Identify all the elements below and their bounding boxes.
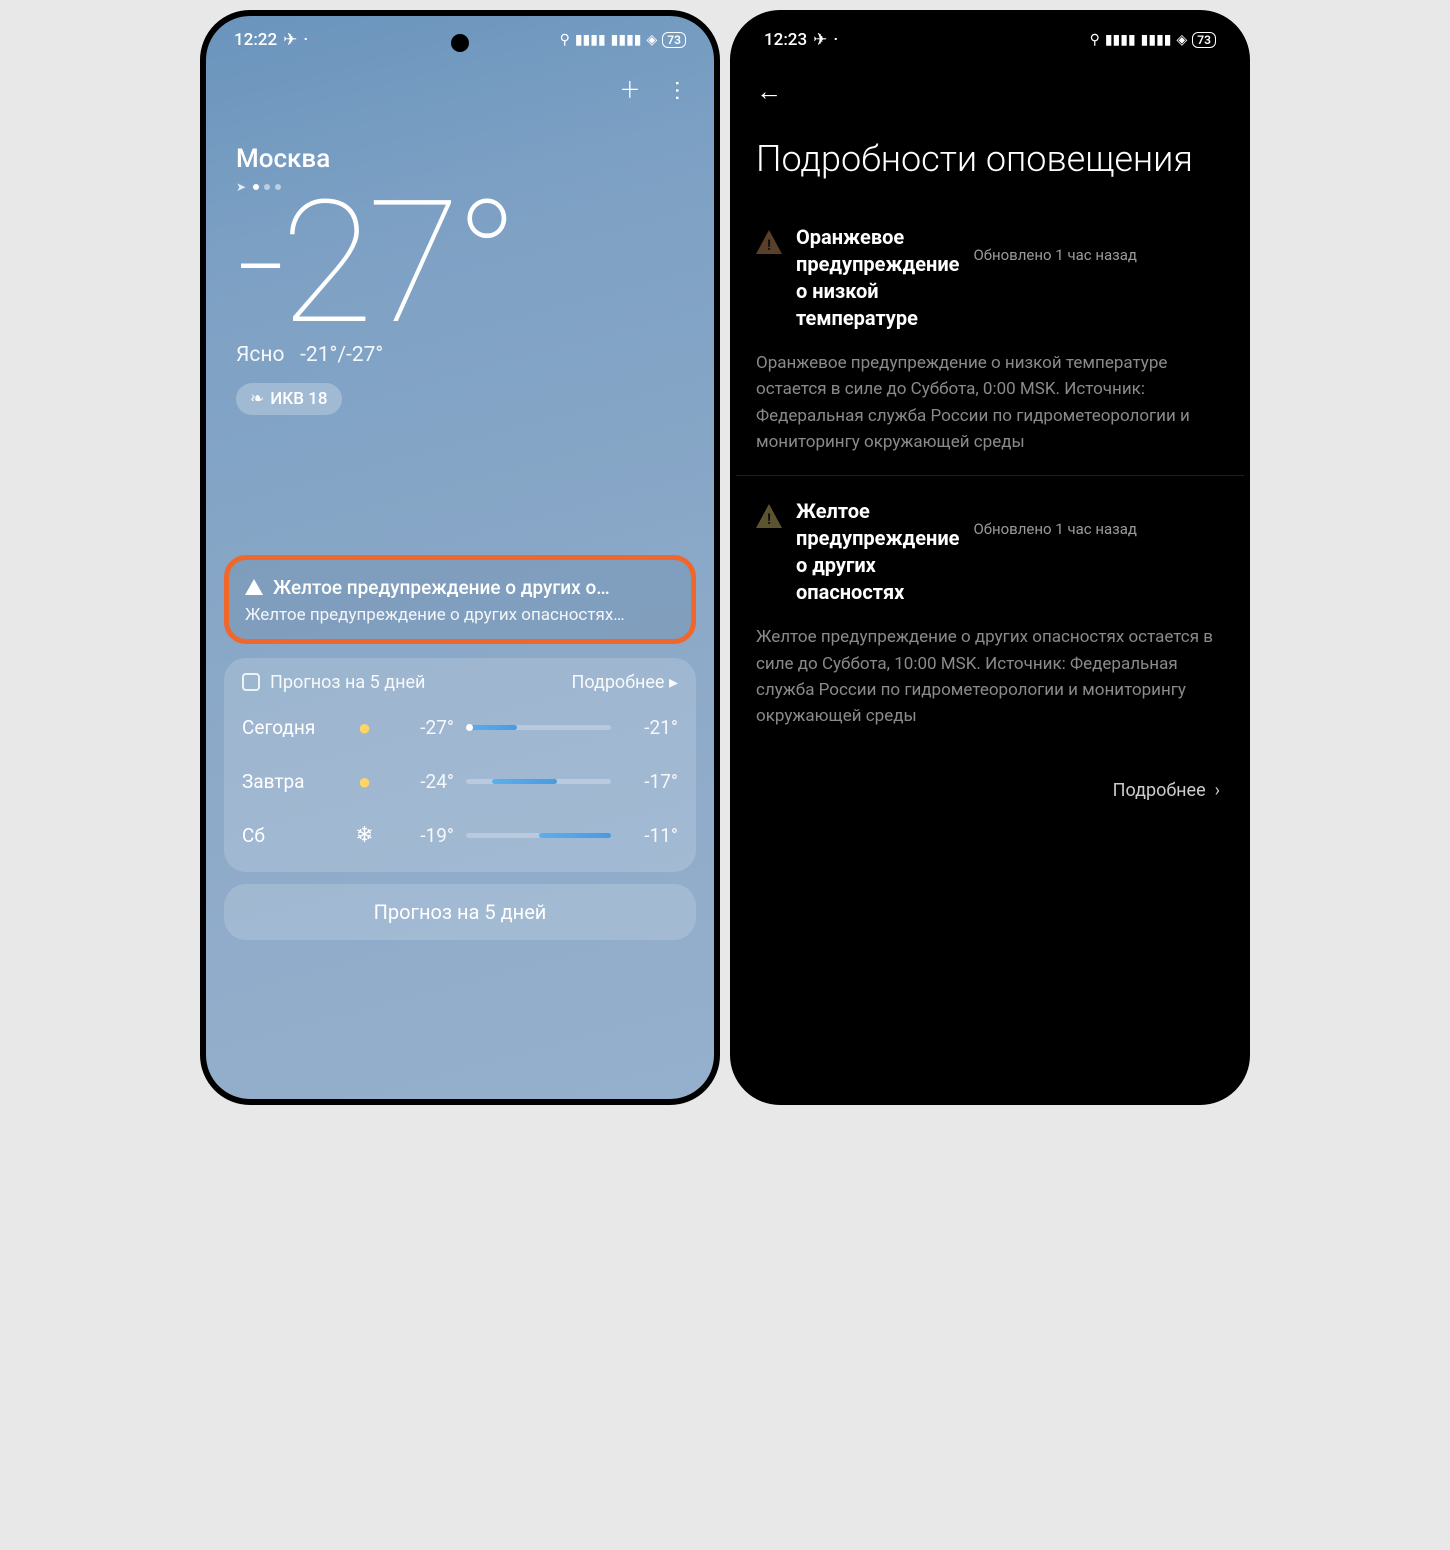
back-button[interactable]: ← [756,77,782,107]
chevron-right-icon: ▸ [669,672,678,693]
more-options-button[interactable]: ⋯ [660,80,690,99]
bluetooth-icon: ⚲ [1090,32,1100,48]
aqi-label: ИКВ 18 [270,389,327,409]
forecast-row[interactable]: Завтра ● -24° -17° [242,755,678,809]
condition-text: Ясно [236,343,284,367]
sun-icon: ● [337,769,392,795]
forecast-title: Прогноз на 5 дней [270,672,425,693]
phone-left: 12:22 ✈ · ⚲ ▮▮▮▮ ▮▮▮▮ ◈ 73 + ⋯ Москва ➤ … [200,10,720,1105]
alert-name: Оранжевое предупреждение о низкой темпер… [796,224,959,332]
battery-pill: 73 [1192,32,1216,48]
add-city-button[interactable]: + [621,74,639,104]
signal-icon: ▮▮▮▮ [1105,32,1136,48]
high-low-text: -21°/-27° [300,343,383,367]
svg-text:!: ! [767,236,771,254]
dot-icon: · [303,30,308,50]
forecast-card[interactable]: Прогноз на 5 дней Подробнее ▸ Сегодня ● … [224,658,696,872]
telegram-icon: ✈ [813,30,827,50]
warning-icon: ! [756,504,782,528]
status-time: 12:23 [764,30,807,50]
camera-hole [451,34,469,52]
snowflake-icon: ❄ [337,823,392,848]
details-more-link[interactable]: Подробнее › [736,750,1244,831]
sun-icon: ● [337,715,392,741]
alert-subtitle: Желтое предупреждение о других опасностя… [245,605,675,625]
wifi-icon: ◈ [647,32,658,48]
alert-card[interactable]: Желтое предупреждение о других о… Желтое… [224,555,696,644]
signal-icon: ▮▮▮▮ [575,32,606,48]
forecast-row[interactable]: Сегодня ● -27° -21° [242,701,678,755]
alert-updated: Обновлено 1 час назад [973,224,1137,264]
aqi-chip[interactable]: ❧ ИКВ 18 [236,383,342,415]
forecast-5day-button[interactable]: Прогноз на 5 дней [224,884,696,940]
svg-text:!: ! [767,510,771,528]
forecast-more-link[interactable]: Подробнее ▸ [571,672,678,693]
alert-name: Желтое предупреждение о других опасностя… [796,498,959,606]
forecast-row[interactable]: Сб ❄ -19° -11° [242,809,678,862]
calendar-icon [242,673,260,691]
camera-hole [981,34,999,52]
bluetooth-icon: ⚲ [560,32,570,48]
temperature-main: -27° [206,174,714,353]
toolbar: + ⋯ [206,56,714,114]
telegram-icon: ✈ [283,30,297,50]
chevron-right-icon: › [1215,780,1220,801]
signal-icon: ▮▮▮▮ [1141,32,1172,48]
battery-pill: 73 [662,32,686,48]
alert-body: Желтое предупреждение о других опасностя… [736,616,1244,749]
alert-updated: Обновлено 1 час назад [973,498,1137,538]
status-time: 12:22 [234,30,277,50]
alert-item: ! Оранжевое предупреждение о низкой темп… [736,202,1244,342]
dot-icon: · [833,30,838,50]
signal-icon: ▮▮▮▮ [611,32,642,48]
wifi-icon: ◈ [1177,32,1188,48]
leaf-icon: ❧ [250,389,264,409]
alert-item: ! Желтое предупреждение о других опаснос… [736,476,1244,616]
alert-title: Желтое предупреждение о других о… [273,576,610,599]
alert-body: Оранжевое предупреждение о низкой темпер… [736,342,1244,476]
warning-icon [245,579,263,595]
warning-icon: ! [756,230,782,254]
phone-right: 12:23 ✈ · ⚲ ▮▮▮▮ ▮▮▮▮ ◈ 73 ← Подробности… [730,10,1250,1105]
page-title: Подробности оповещения [736,107,1244,202]
